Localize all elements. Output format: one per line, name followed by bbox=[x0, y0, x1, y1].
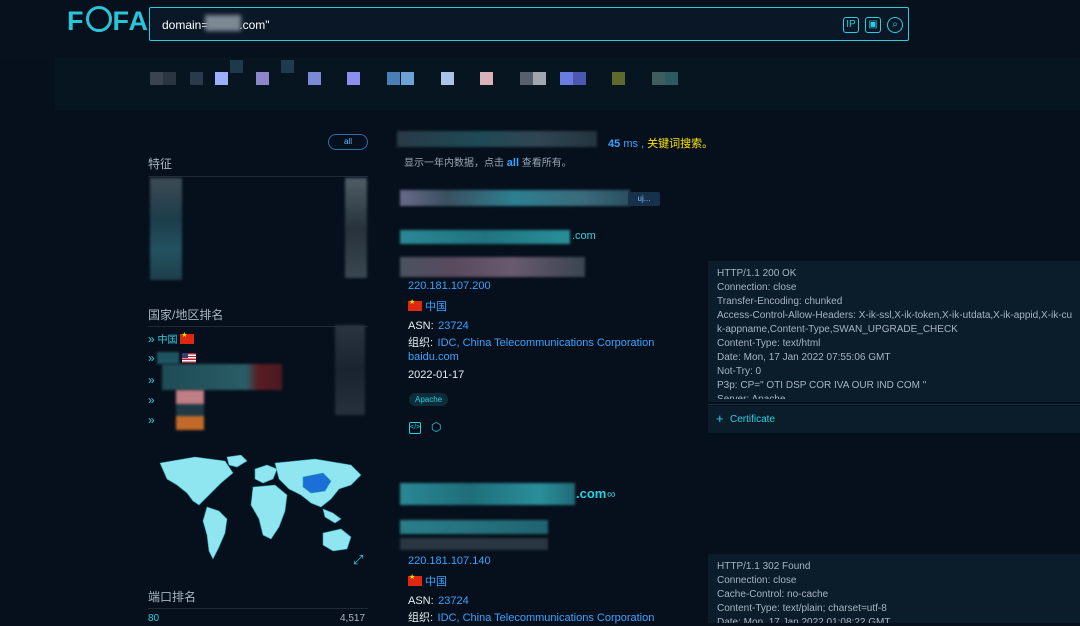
redacted-result-count bbox=[397, 131, 597, 147]
chevron-right-icon: » bbox=[148, 332, 155, 346]
org-label: 组织: bbox=[408, 337, 434, 349]
world-map[interactable] bbox=[155, 455, 370, 570]
response-header-text: HTTP/1.1 302 Found Connection: close Cac… bbox=[717, 561, 891, 623]
redacted-subtitle bbox=[400, 520, 548, 534]
cube-icon[interactable]: ⬡ bbox=[431, 420, 441, 434]
response-header-panel[interactable]: HTTP/1.1 200 OK Connection: close Transf… bbox=[708, 261, 1080, 402]
redacted-subtitle bbox=[400, 538, 548, 550]
redacted-subtitle bbox=[400, 257, 585, 277]
us-flag-icon bbox=[182, 353, 197, 363]
plus-icon: + bbox=[716, 411, 724, 426]
redacted-domain bbox=[205, 15, 241, 31]
chevron-right-icon: » bbox=[148, 413, 155, 427]
asn-label: ASN: bbox=[408, 595, 434, 607]
certificate-label: Certificate bbox=[730, 414, 776, 425]
chevron-right-icon: » bbox=[148, 351, 155, 365]
redacted-country-counts bbox=[335, 325, 365, 415]
response-header-panel[interactable]: HTTP/1.1 302 Found Connection: close Cac… bbox=[708, 554, 1080, 623]
note-prefix: 显示一年内数据，点击 bbox=[404, 158, 504, 169]
port-count: 4,517 bbox=[340, 613, 366, 624]
port-number[interactable]: 80 bbox=[148, 613, 159, 624]
result-org: 组织: IDC, China Telecommunications Corpor… bbox=[408, 608, 654, 626]
search-icon[interactable]: ⌕ bbox=[887, 17, 903, 33]
divider bbox=[148, 176, 368, 177]
asn-label: ASN: bbox=[408, 320, 434, 332]
redacted-title bbox=[400, 190, 630, 206]
ip-icon[interactable]: IP bbox=[843, 17, 859, 33]
redacted-features bbox=[150, 178, 182, 280]
response-header-text: HTTP/1.1 200 OK Connection: close Transf… bbox=[717, 268, 1073, 399]
time-unit: ms , bbox=[623, 138, 645, 150]
result-org: 组织: IDC, China Telecommunications Corpor… bbox=[408, 333, 654, 351]
country-row[interactable]: » 中国 bbox=[148, 331, 195, 346]
result-asn: ASN: 23724 bbox=[408, 591, 469, 609]
redacted-country bbox=[162, 364, 282, 390]
keyword-search-link[interactable]: 关键词搜索。 bbox=[647, 138, 713, 150]
country-row[interactable]: » bbox=[148, 351, 197, 365]
org-link[interactable]: IDC, China Telecommunications Corporatio… bbox=[438, 612, 655, 624]
result-date: 2022-01-17 bbox=[408, 369, 465, 381]
domain-suffix[interactable]: .com bbox=[576, 486, 606, 501]
result-country[interactable]: 中国 bbox=[408, 298, 447, 314]
result-country[interactable]: 中国 bbox=[408, 573, 447, 589]
category-bar bbox=[55, 58, 1080, 110]
country-row[interactable]: » bbox=[148, 373, 155, 387]
cn-flag-icon bbox=[180, 331, 195, 344]
link-icon[interactable]: ∞ bbox=[607, 487, 616, 501]
title-chip[interactable]: uj... bbox=[628, 192, 660, 206]
redacted-feature-counts bbox=[345, 178, 367, 278]
redacted-flags bbox=[176, 390, 204, 430]
country-row[interactable]: » bbox=[148, 393, 155, 407]
logo-o-icon bbox=[85, 6, 112, 32]
features-title: 特征 bbox=[148, 157, 173, 171]
result-ip[interactable]: 220.181.107.200 bbox=[408, 280, 491, 292]
port-rank-title: 端口排名 bbox=[148, 590, 197, 604]
chevron-right-icon: » bbox=[148, 393, 155, 407]
expand-icon[interactable]: ⤢ bbox=[353, 552, 363, 568]
asn-link[interactable]: 23724 bbox=[438, 595, 469, 607]
result-host[interactable]: baidu.com bbox=[408, 351, 459, 363]
chevron-right-icon: » bbox=[148, 373, 155, 387]
all-tag[interactable]: all bbox=[328, 134, 368, 150]
fofa-logo[interactable]: F FA bbox=[67, 6, 149, 37]
search-box: IP ▣ ⌕ bbox=[149, 7, 909, 41]
cn-flag-icon bbox=[408, 298, 422, 311]
query-time: 45 bbox=[608, 138, 621, 150]
image-search-icon[interactable]: ▣ bbox=[865, 17, 881, 33]
certificate-panel[interactable]: + Certificate bbox=[708, 406, 1080, 433]
asn-link[interactable]: 23724 bbox=[438, 320, 469, 332]
redacted-domain bbox=[400, 483, 575, 505]
apache-tag[interactable]: Apache bbox=[409, 393, 449, 406]
result-ip[interactable]: 220.181.107.140 bbox=[408, 555, 491, 567]
search-input[interactable] bbox=[160, 15, 824, 35]
country-link[interactable]: 中国 bbox=[425, 301, 447, 313]
cn-flag-icon bbox=[408, 573, 422, 586]
code-icon[interactable]: </> bbox=[409, 422, 421, 434]
all-link[interactable]: all bbox=[507, 157, 519, 169]
divider bbox=[148, 608, 368, 609]
country-name: 中国 bbox=[157, 335, 178, 346]
country-rank-title: 国家/地区排名 bbox=[148, 308, 224, 322]
redacted-domain bbox=[400, 230, 570, 244]
domain-suffix[interactable]: .com bbox=[572, 230, 596, 242]
result-asn: ASN: 23724 bbox=[408, 316, 469, 334]
org-link[interactable]: IDC, China Telecommunications Corporatio… bbox=[438, 337, 655, 349]
stats-line: 45 ms , 关键词搜索。 bbox=[608, 135, 713, 151]
note-suffix: 查看所有。 bbox=[521, 158, 572, 169]
year-note: 显示一年内数据，点击 all 查看所有。 bbox=[404, 154, 572, 169]
country-link[interactable]: 中国 bbox=[425, 576, 447, 588]
org-label: 组织: bbox=[408, 612, 434, 624]
country-row[interactable]: » bbox=[148, 413, 155, 427]
